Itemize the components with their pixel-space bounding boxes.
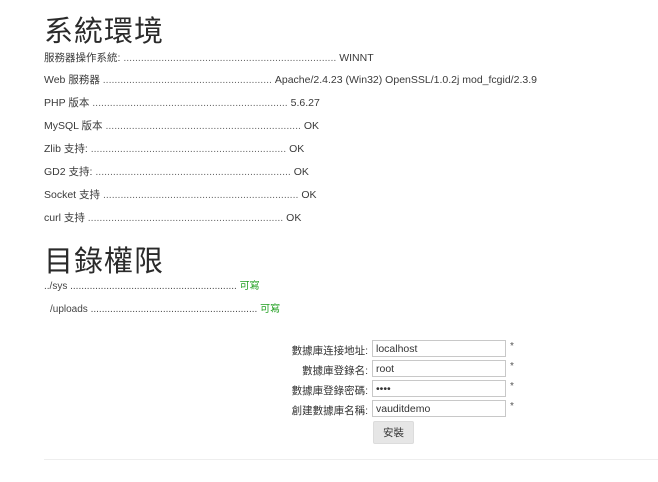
- required-mark: *: [510, 381, 514, 392]
- db-user-label: 數據庫登錄名:: [302, 365, 368, 377]
- env-value: OK: [286, 212, 302, 224]
- db-user-row: 數據庫登錄名:: [0, 360, 368, 380]
- env-dots: ........................................…: [90, 143, 287, 155]
- db-name-input[interactable]: [372, 400, 506, 417]
- env-label: Socket 支持: [44, 189, 101, 201]
- footer-divider: [44, 459, 658, 460]
- env-row-curl: curl 支持 ................................…: [44, 211, 301, 225]
- db-user-input[interactable]: [372, 360, 506, 377]
- perm-status: 可寫: [239, 281, 260, 292]
- required-mark: *: [510, 361, 514, 372]
- perm-row-sys: ../sys .................................…: [44, 280, 260, 294]
- perm-path: /uploads: [50, 304, 88, 315]
- env-value: 5.6.27: [290, 97, 320, 109]
- env-row-gd2: GD2 支持: ................................…: [44, 165, 309, 179]
- perm-dots: ........................................…: [70, 281, 237, 292]
- env-label: 服務器操作系統:: [44, 52, 121, 64]
- db-name-row: 創建數據庫名稱:: [0, 400, 368, 420]
- env-row-zlib: Zlib 支持: ...............................…: [44, 142, 304, 156]
- env-dots: ........................................…: [92, 97, 288, 109]
- db-host-row: 數據庫连接地址:: [0, 340, 368, 360]
- env-label: MySQL 版本: [44, 120, 103, 132]
- required-mark: *: [510, 401, 514, 412]
- env-label: Web 服務器: [44, 74, 100, 86]
- install-button[interactable]: 安裝: [373, 421, 414, 444]
- perm-path: ../sys: [44, 281, 68, 292]
- db-password-input[interactable]: [372, 380, 506, 397]
- required-mark: *: [510, 341, 514, 352]
- perm-row-uploads: /uploads ...............................…: [50, 303, 280, 317]
- env-value: OK: [303, 120, 320, 132]
- env-dots: ........................................…: [87, 212, 284, 224]
- env-value: Apache/2.4.23 (Win32) OpenSSL/1.0.2j mod…: [274, 74, 537, 86]
- env-value: WINNT: [339, 52, 374, 64]
- env-label: GD2 支持:: [44, 166, 93, 178]
- env-dots: ........................................…: [105, 120, 301, 132]
- env-row-mysql: MySQL 版本 ...............................…: [44, 119, 319, 133]
- env-label: curl 支持: [44, 212, 85, 224]
- env-row-os: 服務器操作系統: ...............................…: [44, 51, 374, 65]
- perm-status: 可寫: [260, 304, 281, 315]
- env-row-socket: Socket 支持 ..............................…: [44, 188, 317, 202]
- env-row-web-server: Web 服務器 ................................…: [44, 73, 537, 87]
- env-dots: ........................................…: [123, 52, 337, 64]
- env-row-php: PHP 版本 .................................…: [44, 96, 320, 110]
- env-dots: ........................................…: [102, 189, 299, 201]
- environment-title: 系統環境: [44, 14, 165, 48]
- env-dots: ........................................…: [95, 166, 291, 178]
- env-dots: ........................................…: [102, 74, 272, 86]
- db-password-label: 數據庫登錄密碼:: [291, 385, 368, 397]
- perm-dots: ........................................…: [90, 304, 258, 315]
- db-name-label: 創建數據庫名稱:: [291, 405, 368, 417]
- permissions-title: 目錄權限: [44, 244, 165, 278]
- db-host-label: 數據庫连接地址:: [291, 345, 368, 357]
- db-password-row: 數據庫登錄密碼:: [0, 380, 368, 400]
- env-label: Zlib 支持:: [44, 143, 88, 155]
- db-host-input[interactable]: [372, 340, 506, 357]
- env-value: OK: [293, 166, 309, 178]
- env-value: OK: [289, 143, 305, 155]
- env-label: PHP 版本: [44, 97, 90, 109]
- env-value: OK: [301, 189, 317, 201]
- install-page: 系統環境 服務器操作系統: ..........................…: [0, 0, 658, 482]
